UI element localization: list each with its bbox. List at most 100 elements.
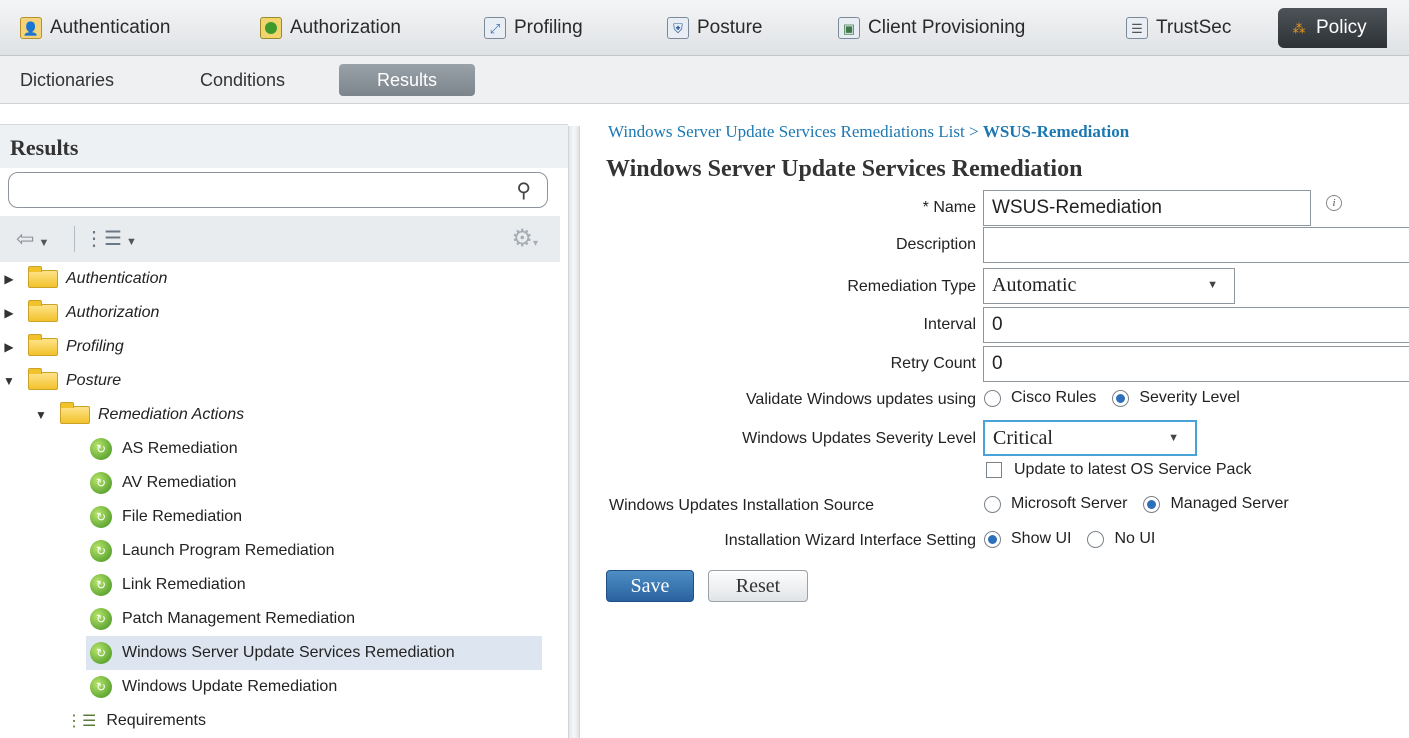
expand-arrow-icon[interactable]: ▶ xyxy=(2,306,16,320)
top-menu-authentication[interactable]: 👤 Authentication xyxy=(20,8,170,48)
reset-button[interactable]: Reset xyxy=(708,570,808,602)
name-input[interactable]: WSUS-Remediation xyxy=(983,190,1311,226)
microsoft-server-radio[interactable] xyxy=(984,495,1001,513)
top-menu-profiling[interactable]: ⤢ Profiling xyxy=(484,8,583,48)
breadcrumb-current: WSUS-Remediation xyxy=(982,122,1130,141)
expand-arrow-icon[interactable]: ▶ xyxy=(2,340,16,354)
chevron-down-icon: ▼ xyxy=(1207,279,1218,291)
sub-menu-bar: Dictionaries Conditions Results xyxy=(0,56,1409,104)
installation-source-radio-group: Microsoft Server Managed Server xyxy=(984,495,1305,513)
top-menu-label: Client Provisioning xyxy=(868,17,1026,38)
severity-level-radio[interactable] xyxy=(1112,389,1130,407)
save-button[interactable]: Save xyxy=(606,570,694,602)
top-menu-label: Policy xyxy=(1316,17,1367,38)
tree-item-label: Link Remediation xyxy=(122,576,246,593)
remediation-icon: ↻ xyxy=(90,608,112,630)
remediation-icon: ↻ xyxy=(90,472,112,494)
tree-item-windows-update-remediation[interactable]: ↻ Windows Update Remediation xyxy=(90,670,337,704)
tree-item-av-remediation[interactable]: ↻ AV Remediation xyxy=(90,466,236,500)
breadcrumb: Windows Server Update Services Remediati… xyxy=(608,122,1129,142)
sub-menu-conditions[interactable]: Conditions xyxy=(200,70,285,91)
tree-item-label: Authentication xyxy=(66,270,168,287)
top-menu-label: Posture xyxy=(697,17,763,38)
tree-item-profiling[interactable]: ▶ Profiling xyxy=(0,330,124,364)
tree-item-label: Requirements xyxy=(106,712,206,729)
sub-menu-dictionaries[interactable]: Dictionaries xyxy=(20,70,114,91)
tree-item-label: Profiling xyxy=(66,338,124,355)
tree-item-label: AS Remediation xyxy=(122,440,238,457)
remediation-icon: ↻ xyxy=(90,506,112,528)
tree-item-authentication[interactable]: ▶ Authentication xyxy=(0,262,167,296)
tree-item-remediation-actions[interactable]: ▼ Remediation Actions xyxy=(34,398,244,432)
back-arrow-icon[interactable]: ⇦ ▼ xyxy=(16,226,49,252)
remediation-icon: ↻ xyxy=(90,540,112,562)
tree-item-requirements[interactable]: ⋮☰ Requirements xyxy=(66,704,206,738)
gear-icon[interactable]: ⚙▾ xyxy=(511,224,538,253)
top-menu-label: Profiling xyxy=(514,17,583,38)
tree-item-launch-program-remediation[interactable]: ↻ Launch Program Remediation xyxy=(90,534,335,568)
expand-arrow-icon[interactable]: ▶ xyxy=(2,272,16,286)
tree-item-label: Posture xyxy=(66,372,122,389)
tree-item-label: Windows Update Remediation xyxy=(122,678,338,695)
tree-toolbar: ⇦ ▼ ⋮☰ ▼ ⚙▾ xyxy=(0,216,560,262)
panel-splitter[interactable] xyxy=(568,126,580,738)
installation-source-label: Windows Updates Installation Source xyxy=(609,497,875,514)
profiling-icon: ⤢ xyxy=(484,17,506,39)
top-menu-authorization[interactable]: Authorization xyxy=(260,8,401,48)
installation-wizard-label: Installation Wizard Interface Setting xyxy=(724,532,976,549)
retry-count-input[interactable]: 0 xyxy=(983,346,1409,382)
tree-view-icon[interactable]: ⋮☰ ▼ xyxy=(84,226,137,251)
managed-server-radio[interactable] xyxy=(1143,495,1161,513)
authentication-icon: 👤 xyxy=(20,17,42,39)
collapse-arrow-icon[interactable]: ▼ xyxy=(2,374,16,388)
remediation-type-select[interactable]: Automatic ▼ xyxy=(983,268,1235,304)
validate-updates-label: Validate Windows updates using xyxy=(745,391,976,408)
results-search-input[interactable]: ⚲ xyxy=(8,172,548,208)
tree-item-link-remediation[interactable]: ↻ Link Remediation xyxy=(90,568,246,602)
tree-item-patch-management-remediation[interactable]: ↻ Patch Management Remediation xyxy=(90,602,355,636)
remediation-icon: ↻ xyxy=(90,574,112,596)
search-icon[interactable]: ⚲ xyxy=(516,178,531,203)
info-icon[interactable]: i xyxy=(1326,195,1342,211)
top-menu-policy[interactable]: ⁂ Policy xyxy=(1278,8,1387,48)
folder-icon xyxy=(28,266,58,288)
tree-item-label: Remediation Actions xyxy=(98,406,245,423)
remediation-type-value: Automatic xyxy=(992,274,1077,296)
tree-item-file-remediation[interactable]: ↻ File Remediation xyxy=(90,500,242,534)
tree-item-posture[interactable]: ▼ Posture xyxy=(0,364,121,398)
top-menu-client-provisioning[interactable]: ▣ Client Provisioning xyxy=(838,8,1025,48)
severity-level-select[interactable]: Critical ▼ xyxy=(983,420,1197,456)
severity-level-label: Severity Level xyxy=(1139,389,1240,406)
no-ui-radio[interactable] xyxy=(1087,530,1105,548)
collapse-arrow-icon[interactable]: ▼ xyxy=(34,408,48,422)
tree-item-wsus-remediation[interactable]: ↻ Windows Server Update Services Remedia… xyxy=(86,636,542,670)
sub-menu-results[interactable]: Results xyxy=(339,64,475,96)
cisco-rules-label: Cisco Rules xyxy=(1011,389,1097,406)
description-input[interactable] xyxy=(983,227,1409,263)
trustsec-icon: ☰ xyxy=(1126,17,1148,39)
tree-item-as-remediation[interactable]: ↻ AS Remediation xyxy=(90,432,238,466)
posture-icon: ⛨ xyxy=(667,17,689,39)
top-menu-label: Authentication xyxy=(50,17,171,38)
name-label: * Name xyxy=(922,199,976,216)
tree-item-label: Launch Program Remediation xyxy=(122,542,335,559)
tree-item-label: Patch Management Remediation xyxy=(122,610,356,627)
top-menu-label: TrustSec xyxy=(1156,17,1232,38)
policy-icon: ⁂ xyxy=(1292,20,1306,36)
remediation-icon: ↻ xyxy=(90,642,112,664)
interval-input[interactable]: 0 xyxy=(983,307,1409,343)
tree-item-authorization[interactable]: ▶ Authorization xyxy=(0,296,159,330)
breadcrumb-list-link[interactable]: Windows Server Update Services Remediati… xyxy=(608,122,965,141)
severity-level-value: Critical xyxy=(993,427,1053,449)
interval-label: Interval xyxy=(923,316,976,333)
folder-icon xyxy=(28,334,58,356)
top-menu-label: Authorization xyxy=(290,17,401,38)
show-ui-radio[interactable] xyxy=(984,530,1001,548)
cisco-rules-radio[interactable] xyxy=(984,389,1001,407)
top-menu-trustsec[interactable]: ☰ TrustSec xyxy=(1126,8,1231,48)
toolbar-divider xyxy=(74,226,75,252)
update-os-service-pack-checkbox[interactable] xyxy=(986,462,1002,478)
top-menu-posture[interactable]: ⛨ Posture xyxy=(667,8,762,48)
validate-updates-radio-group: Cisco Rules Severity Level xyxy=(984,389,1256,407)
top-menu-bar: 👤 Authentication Authorization ⤢ Profili… xyxy=(0,0,1409,56)
